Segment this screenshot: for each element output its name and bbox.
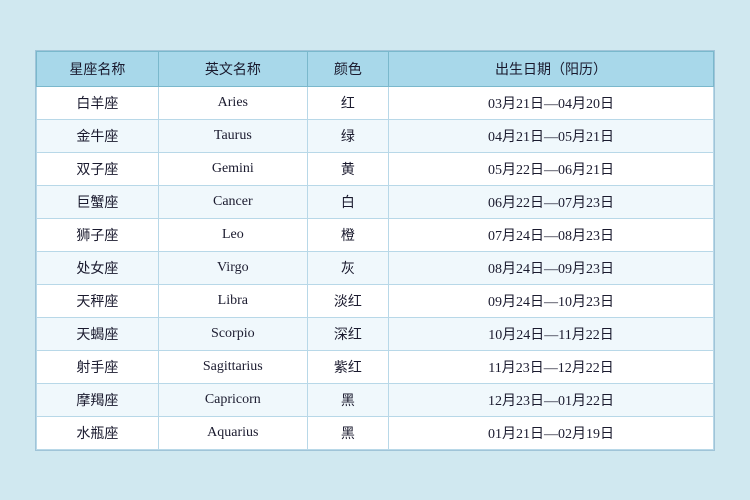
cell-color: 黑 bbox=[307, 383, 388, 416]
cell-color: 黄 bbox=[307, 152, 388, 185]
cell-english: Taurus bbox=[158, 119, 307, 152]
cell-date: 04月21日—05月21日 bbox=[389, 119, 714, 152]
table-body: 白羊座Aries红03月21日—04月20日金牛座Taurus绿04月21日—0… bbox=[37, 86, 714, 449]
table-row: 双子座Gemini黄05月22日—06月21日 bbox=[37, 152, 714, 185]
table-row: 射手座Sagittarius紫红11月23日—12月22日 bbox=[37, 350, 714, 383]
cell-date: 12月23日—01月22日 bbox=[389, 383, 714, 416]
cell-chinese: 白羊座 bbox=[37, 86, 159, 119]
header-english: 英文名称 bbox=[158, 51, 307, 86]
table-row: 金牛座Taurus绿04月21日—05月21日 bbox=[37, 119, 714, 152]
cell-english: Gemini bbox=[158, 152, 307, 185]
cell-color: 红 bbox=[307, 86, 388, 119]
cell-color: 深红 bbox=[307, 317, 388, 350]
cell-chinese: 金牛座 bbox=[37, 119, 159, 152]
cell-english: Aries bbox=[158, 86, 307, 119]
table-row: 水瓶座Aquarius黑01月21日—02月19日 bbox=[37, 416, 714, 449]
cell-date: 09月24日—10月23日 bbox=[389, 284, 714, 317]
cell-english: Scorpio bbox=[158, 317, 307, 350]
cell-color: 橙 bbox=[307, 218, 388, 251]
cell-date: 11月23日—12月22日 bbox=[389, 350, 714, 383]
cell-date: 05月22日—06月21日 bbox=[389, 152, 714, 185]
cell-date: 06月22日—07月23日 bbox=[389, 185, 714, 218]
cell-color: 灰 bbox=[307, 251, 388, 284]
cell-date: 08月24日—09月23日 bbox=[389, 251, 714, 284]
table-row: 狮子座Leo橙07月24日—08月23日 bbox=[37, 218, 714, 251]
cell-english: Leo bbox=[158, 218, 307, 251]
table-row: 天蝎座Scorpio深红10月24日—11月22日 bbox=[37, 317, 714, 350]
header-chinese: 星座名称 bbox=[37, 51, 159, 86]
cell-chinese: 射手座 bbox=[37, 350, 159, 383]
table-row: 巨蟹座Cancer白06月22日—07月23日 bbox=[37, 185, 714, 218]
cell-english: Sagittarius bbox=[158, 350, 307, 383]
cell-english: Virgo bbox=[158, 251, 307, 284]
cell-chinese: 双子座 bbox=[37, 152, 159, 185]
table-row: 处女座Virgo灰08月24日—09月23日 bbox=[37, 251, 714, 284]
cell-chinese: 狮子座 bbox=[37, 218, 159, 251]
cell-date: 01月21日—02月19日 bbox=[389, 416, 714, 449]
cell-color: 白 bbox=[307, 185, 388, 218]
table-row: 白羊座Aries红03月21日—04月20日 bbox=[37, 86, 714, 119]
table-row: 摩羯座Capricorn黑12月23日—01月22日 bbox=[37, 383, 714, 416]
cell-color: 黑 bbox=[307, 416, 388, 449]
header-date: 出生日期（阳历） bbox=[389, 51, 714, 86]
table-header-row: 星座名称 英文名称 颜色 出生日期（阳历） bbox=[37, 51, 714, 86]
cell-color: 紫红 bbox=[307, 350, 388, 383]
cell-color: 淡红 bbox=[307, 284, 388, 317]
zodiac-table: 星座名称 英文名称 颜色 出生日期（阳历） 白羊座Aries红03月21日—04… bbox=[36, 51, 714, 450]
table-row: 天秤座Libra淡红09月24日—10月23日 bbox=[37, 284, 714, 317]
cell-chinese: 巨蟹座 bbox=[37, 185, 159, 218]
cell-english: Cancer bbox=[158, 185, 307, 218]
cell-chinese: 水瓶座 bbox=[37, 416, 159, 449]
cell-chinese: 摩羯座 bbox=[37, 383, 159, 416]
cell-date: 07月24日—08月23日 bbox=[389, 218, 714, 251]
zodiac-table-container: 星座名称 英文名称 颜色 出生日期（阳历） 白羊座Aries红03月21日—04… bbox=[35, 50, 715, 451]
cell-chinese: 天蝎座 bbox=[37, 317, 159, 350]
cell-date: 10月24日—11月22日 bbox=[389, 317, 714, 350]
cell-chinese: 天秤座 bbox=[37, 284, 159, 317]
cell-chinese: 处女座 bbox=[37, 251, 159, 284]
cell-date: 03月21日—04月20日 bbox=[389, 86, 714, 119]
header-color: 颜色 bbox=[307, 51, 388, 86]
cell-english: Libra bbox=[158, 284, 307, 317]
cell-english: Aquarius bbox=[158, 416, 307, 449]
cell-color: 绿 bbox=[307, 119, 388, 152]
cell-english: Capricorn bbox=[158, 383, 307, 416]
